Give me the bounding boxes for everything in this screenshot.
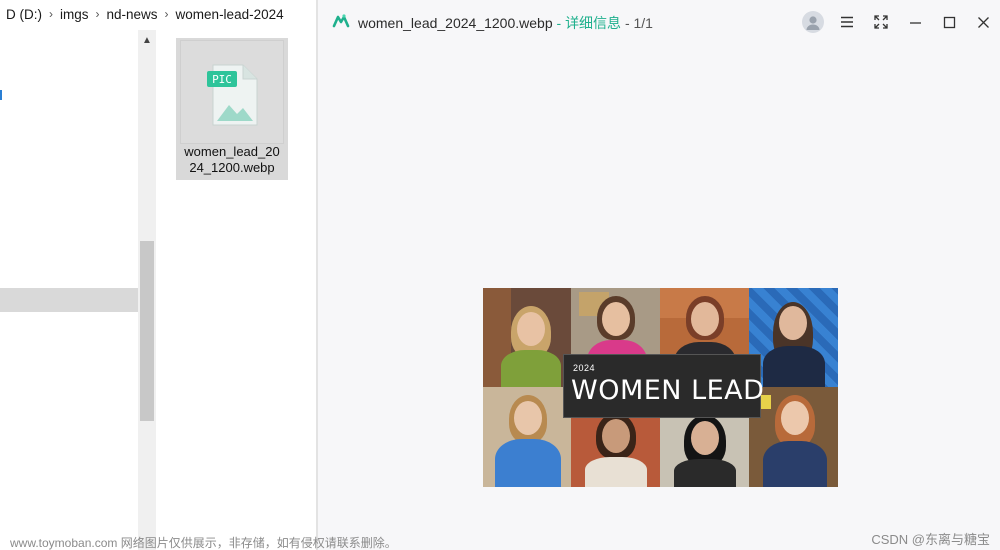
breadcrumb-imgs[interactable]: imgs	[59, 7, 90, 22]
scroll-thumb[interactable]	[140, 241, 154, 421]
breadcrumb-nd-news[interactable]: nd-news	[106, 7, 159, 22]
displayed-image[interactable]: 2024 WOMEN LEAD	[483, 288, 838, 487]
image-counter: - 1/1	[621, 15, 653, 31]
file-explorer-window: D (D:) › imgs › nd-news › women-lead-202…	[0, 0, 318, 550]
women-lead-banner: 2024 WOMEN LEAD	[563, 354, 765, 418]
maximize-icon[interactable]	[937, 10, 961, 34]
nav-selected-item[interactable]	[0, 288, 138, 312]
fullscreen-icon[interactable]	[869, 10, 893, 34]
window-title: women_lead_2024_1200.webp - 详细信息 - 1/1	[358, 13, 653, 33]
user-avatar-icon[interactable]	[802, 11, 824, 33]
chevron-right-icon[interactable]: ›	[90, 7, 106, 21]
app-logo-icon	[332, 14, 350, 28]
scroll-up-arrow-icon[interactable]: ▲	[138, 32, 156, 50]
breadcrumb-women-lead-2024[interactable]: women-lead-2024	[175, 7, 285, 22]
breadcrumb-drive[interactable]: D (D:)	[5, 7, 43, 22]
image-file-icon: PIC	[180, 40, 284, 144]
nav-focus-marker	[0, 90, 2, 100]
file-list-pane: PIC women_lead_20 24_1200.webp	[156, 30, 316, 550]
title-filename: women_lead_2024_1200.webp	[358, 15, 553, 31]
title-separator: -	[552, 15, 566, 31]
chevron-right-icon[interactable]: ›	[159, 7, 175, 21]
svg-text:PIC: PIC	[212, 73, 232, 86]
file-name-label: women_lead_20 24_1200.webp	[176, 144, 288, 176]
banner-headline: WOMEN LEAD	[571, 375, 765, 406]
author-watermark: CSDN @东离与糖宝	[871, 532, 990, 547]
close-icon[interactable]	[971, 10, 995, 34]
banner-year: 2024	[573, 363, 596, 373]
portrait-tile	[483, 288, 571, 387]
file-item-webp[interactable]: PIC women_lead_20 24_1200.webp	[176, 38, 288, 180]
breadcrumb: D (D:) › imgs › nd-news › women-lead-202…	[0, 0, 318, 28]
file-name-line-2: 24_1200.webp	[189, 160, 275, 175]
image-viewer-window: women_lead_2024_1200.webp - 详细信息 - 1/1 2…	[318, 0, 1000, 550]
portrait-tile	[483, 387, 571, 487]
file-name-line-1: women_lead_20	[184, 144, 280, 159]
site-watermark: www.toymoban.com 网络图片仅供展示，非存储，如有侵权请联系删除。	[10, 536, 397, 550]
minimize-icon[interactable]	[903, 10, 927, 34]
title-bar: women_lead_2024_1200.webp - 详细信息 - 1/1	[318, 0, 1000, 44]
screen: D (D:) › imgs › nd-news › women-lead-202…	[0, 0, 1000, 550]
details-link[interactable]: 详细信息	[565, 15, 621, 31]
hamburger-menu-icon[interactable]	[835, 10, 859, 34]
navigation-pane[interactable]	[0, 30, 138, 550]
portrait-tile	[749, 288, 838, 387]
vertical-scrollbar[interactable]: ▲	[138, 30, 156, 550]
chevron-right-icon[interactable]: ›	[43, 7, 59, 21]
